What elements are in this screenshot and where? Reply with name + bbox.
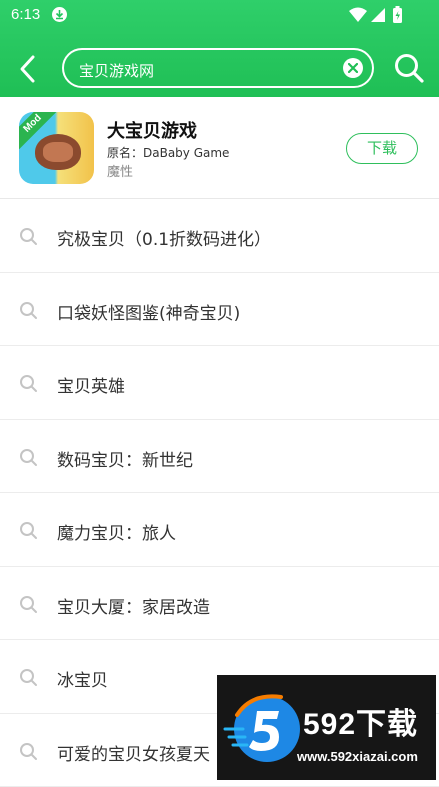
- app-result-card[interactable]: Mod 大宝贝游戏 原名：DaBaby Game 魔性 下载: [0, 97, 439, 199]
- list-item[interactable]: 宝贝大厦：家居改造: [0, 567, 439, 641]
- clear-icon[interactable]: [343, 58, 363, 78]
- search-icon: [19, 374, 38, 393]
- search-icon: [19, 301, 38, 320]
- status-time: 6:13: [11, 6, 40, 23]
- list-item[interactable]: 数码宝贝：新世纪: [0, 420, 439, 494]
- watermark-url: www.592xiazai.com: [297, 749, 418, 764]
- watermark-title: 592下载: [303, 699, 418, 743]
- status-bar: 6:13: [0, 0, 439, 30]
- search-icon: [19, 448, 38, 467]
- app-name: 大宝贝游戏: [107, 117, 197, 143]
- suggestion-label: 冰宝贝: [57, 666, 108, 691]
- download-button[interactable]: 下载: [346, 133, 418, 164]
- site-logo-icon: [221, 685, 307, 771]
- suggestion-label: 可爱的宝贝女孩夏天: [57, 740, 210, 765]
- suggestion-label: 究极宝贝（0.1折数码进化）: [57, 225, 271, 250]
- search-icon: [19, 227, 38, 246]
- download-notification-icon: [52, 7, 67, 22]
- list-item[interactable]: 口袋妖怪图鉴(神奇宝贝): [0, 273, 439, 347]
- search-icon[interactable]: [393, 52, 425, 84]
- suggestion-label: 数码宝贝：新世纪: [57, 446, 193, 471]
- search-query-text[interactable]: 宝贝游戏网: [79, 60, 154, 81]
- top-app-bar: 6:13 宝贝游戏网: [0, 0, 439, 97]
- search-icon: [19, 668, 38, 687]
- list-item[interactable]: 魔力宝贝：旅人: [0, 493, 439, 567]
- suggestion-label: 口袋妖怪图鉴(神奇宝贝): [57, 299, 240, 324]
- wifi-icon: [349, 8, 367, 23]
- back-arrow-icon[interactable]: [16, 54, 42, 84]
- suggestion-label: 魔力宝贝：旅人: [57, 519, 176, 544]
- suggestion-label: 宝贝大厦：家居改造: [57, 593, 210, 618]
- list-item[interactable]: 究极宝贝（0.1折数码进化）: [0, 199, 439, 273]
- app-icon[interactable]: Mod: [19, 112, 94, 184]
- search-input[interactable]: 宝贝游戏网: [62, 48, 374, 88]
- search-icon: [19, 595, 38, 614]
- list-item[interactable]: 宝贝英雄: [0, 346, 439, 420]
- watermark-overlay: 592下载 www.592xiazai.com: [217, 675, 436, 780]
- signal-icon: [371, 8, 385, 22]
- search-icon: [19, 742, 38, 761]
- search-icon: [19, 521, 38, 540]
- app-original-name: 原名：DaBaby Game: [107, 144, 229, 161]
- suggestion-label: 宝贝英雄: [57, 372, 125, 397]
- status-icons: [349, 6, 409, 24]
- app-tag: 魔性: [107, 161, 133, 180]
